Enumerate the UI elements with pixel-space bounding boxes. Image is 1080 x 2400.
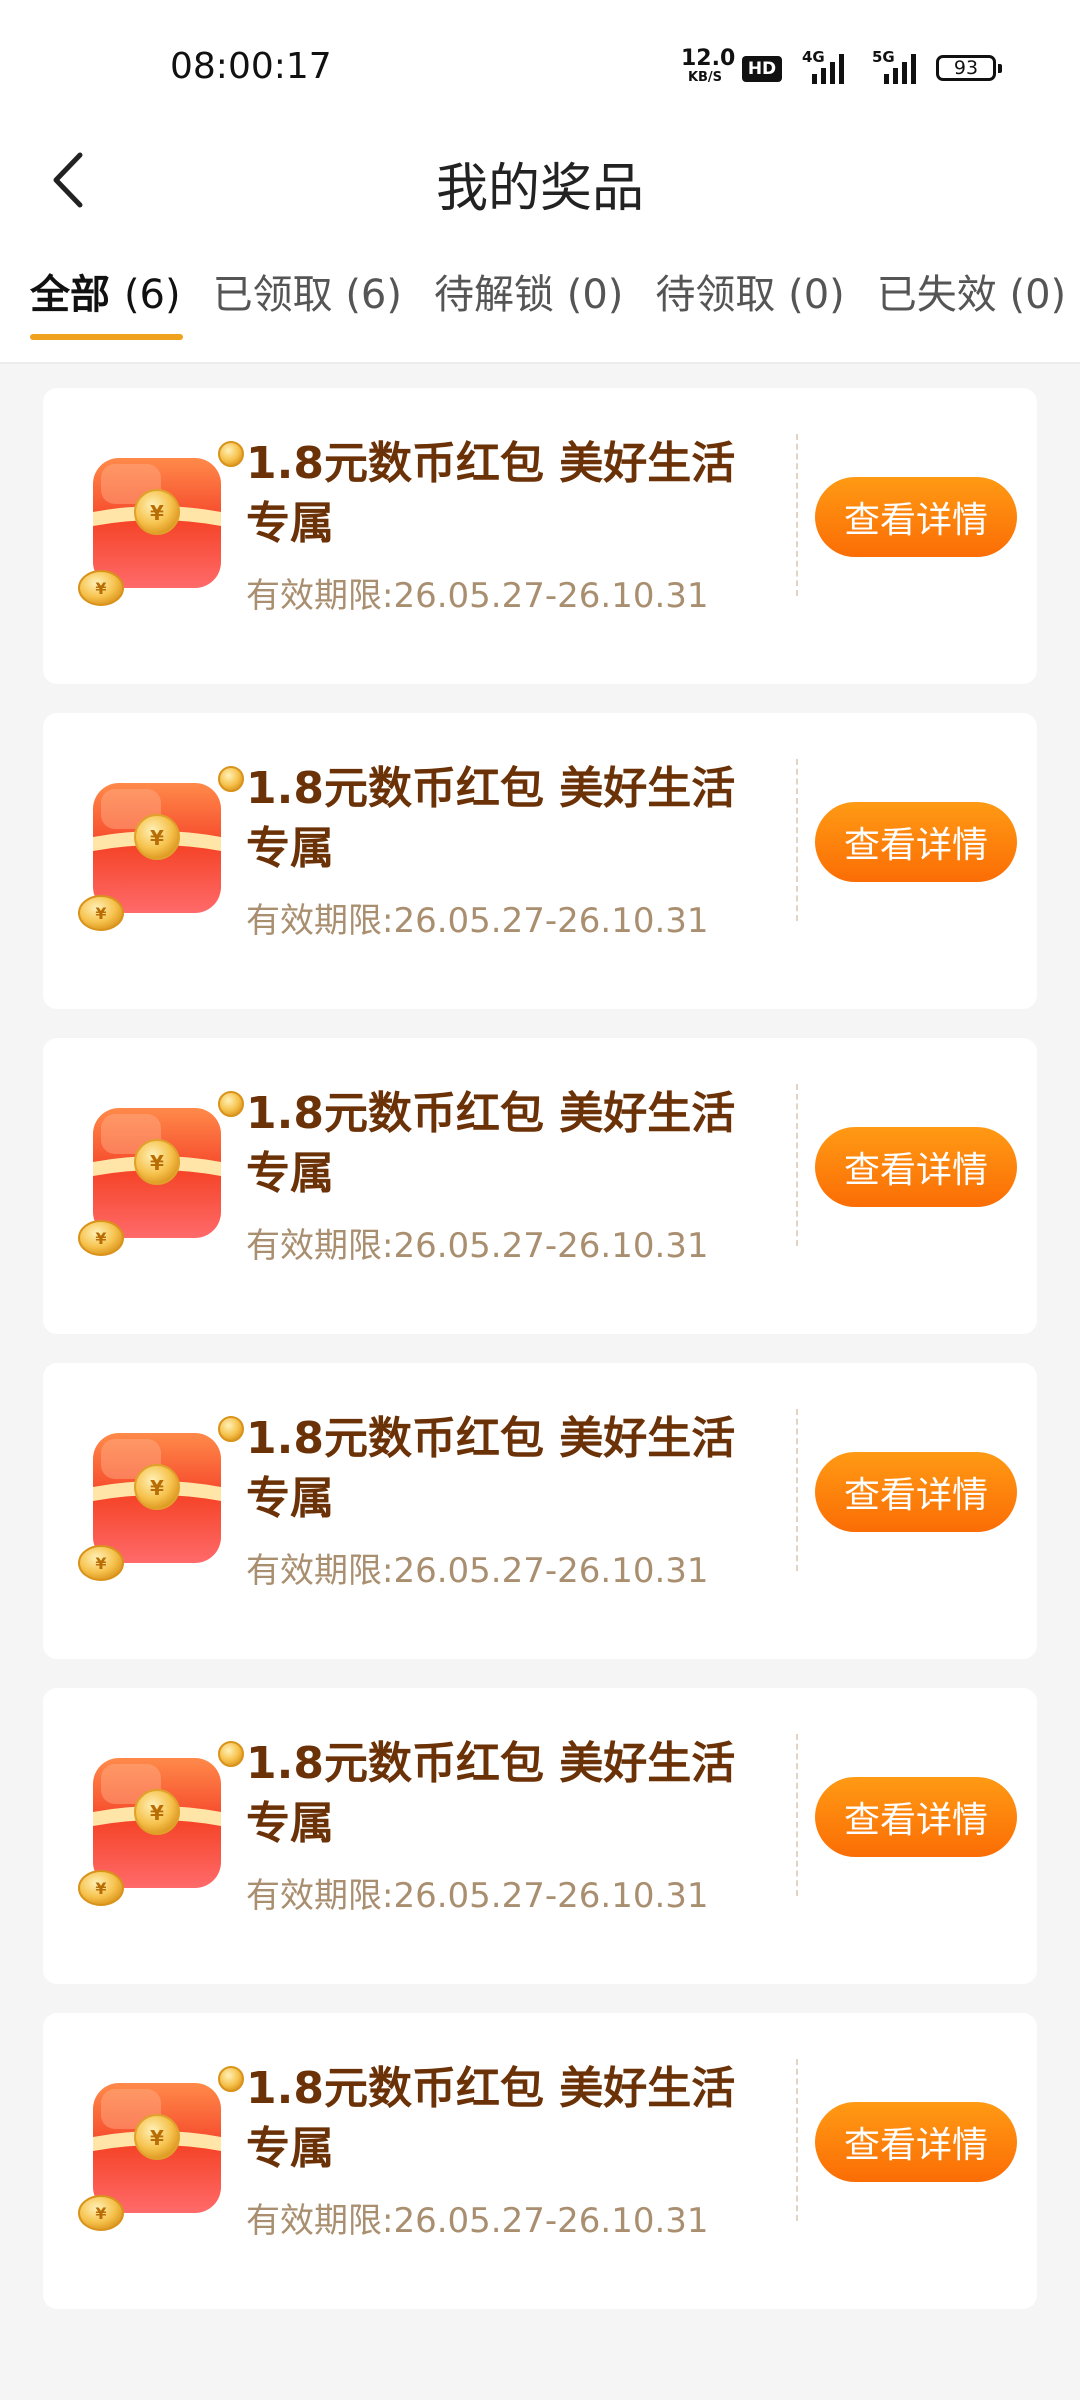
- tab-label: 已领取: [212, 272, 333, 318]
- tab-label: 全部: [30, 272, 110, 318]
- signal-5g-label: 5G: [872, 48, 895, 66]
- svg-text:¥: ¥: [150, 2126, 164, 2150]
- prize-title: 1.8元数币红包 美好生活专属: [246, 1413, 736, 1524]
- status-time: 08:00:17: [170, 46, 332, 87]
- svg-text:¥: ¥: [150, 1801, 164, 1825]
- card-divider: [796, 759, 798, 921]
- prize-card[interactable]: ¥ ¥ 1.8元数币红包 美好生活专属 有效期限:26.05.27-26.10.…: [43, 1688, 1037, 1984]
- view-details-button[interactable]: 查看详情: [815, 1777, 1017, 1857]
- net-speed-unit: KB/S: [687, 70, 723, 85]
- tab-count: (0): [566, 272, 624, 318]
- active-tab-indicator: [30, 334, 183, 340]
- signal-4g-icon: 4G: [802, 48, 848, 84]
- prize-validity: 有效期限:26.05.27-26.10.31: [246, 901, 709, 941]
- svg-text:¥: ¥: [95, 1879, 106, 1898]
- prize-card[interactable]: ¥ ¥ 1.8元数币红包 美好生活专属 有效期限:26.05.27-26.10.…: [43, 388, 1037, 684]
- prize-title: 1.8元数币红包 美好生活专属: [246, 1738, 736, 1849]
- tab-4[interactable]: 已失效 (0): [877, 262, 1066, 320]
- net-speed-value: 12.0: [681, 46, 736, 71]
- page-title: 我的奖品: [435, 159, 644, 219]
- tab-count: (6): [345, 272, 402, 318]
- prize-card[interactable]: ¥ ¥ 1.8元数币红包 美好生活专属 有效期限:26.05.27-26.10.…: [43, 713, 1037, 1009]
- battery-level: 93: [953, 57, 979, 79]
- signal-4g-label: 4G: [802, 48, 825, 66]
- prize-card[interactable]: ¥ ¥ 1.8元数币红包 美好生活专属 有效期限:26.05.27-26.10.…: [43, 1038, 1037, 1334]
- svg-text:¥: ¥: [150, 1151, 164, 1175]
- red-envelope-icon: ¥ ¥: [78, 1091, 244, 1256]
- svg-text:¥: ¥: [95, 1554, 106, 1573]
- card-divider: [796, 2059, 798, 2221]
- prize-title: 1.8元数币红包 美好生活专属: [246, 763, 736, 874]
- tab-label: 待解锁: [434, 272, 554, 318]
- prize-validity: 有效期限:26.05.27-26.10.31: [246, 1226, 709, 1266]
- card-divider: [796, 1409, 798, 1571]
- svg-text:¥: ¥: [150, 501, 164, 525]
- card-divider: [796, 1084, 798, 1246]
- svg-text:¥: ¥: [95, 2204, 106, 2223]
- view-details-button[interactable]: 查看详情: [815, 1452, 1017, 1532]
- top-area: 08:00:17 12.0 KB/S HD 4G 5G 93 我的奖品 全部 (…: [0, 0, 1080, 364]
- prize-validity: 有效期限:26.05.27-26.10.31: [246, 1551, 709, 1591]
- prize-card[interactable]: ¥ ¥ 1.8元数币红包 美好生活专属 有效期限:26.05.27-26.10.…: [43, 2013, 1037, 2309]
- tab-3[interactable]: 待领取 (0): [655, 262, 844, 320]
- prize-validity: 有效期限:26.05.27-26.10.31: [246, 576, 709, 616]
- tab-label: 待领取: [655, 272, 776, 318]
- hd-icon: HD: [742, 56, 782, 82]
- view-details-button[interactable]: 查看详情: [815, 1127, 1017, 1207]
- prize-title: 1.8元数币红包 美好生活专属: [246, 1088, 736, 1199]
- prize-card[interactable]: ¥ ¥ 1.8元数币红包 美好生活专属 有效期限:26.05.27-26.10.…: [43, 1363, 1037, 1659]
- red-envelope-icon: ¥ ¥: [78, 1741, 244, 1906]
- net-speed: 12.0 KB/S: [681, 46, 736, 86]
- tab-count: (0): [788, 272, 845, 318]
- tab-2[interactable]: 待解锁 (0): [434, 262, 623, 320]
- battery-icon: 93: [936, 55, 1002, 81]
- tab-count: (0): [1009, 272, 1067, 318]
- card-divider: [796, 434, 798, 596]
- svg-text:¥: ¥: [95, 1229, 106, 1248]
- prize-validity: 有效期限:26.05.27-26.10.31: [246, 2201, 709, 2241]
- svg-text:¥: ¥: [150, 1476, 164, 1500]
- prize-title: 1.8元数币红包 美好生活专属: [246, 438, 736, 549]
- tab-label: 已失效: [876, 272, 997, 318]
- red-envelope-icon: ¥ ¥: [78, 1416, 244, 1581]
- card-divider: [796, 1734, 798, 1896]
- prize-validity: 有效期限:26.05.27-26.10.31: [246, 1876, 709, 1916]
- red-envelope-icon: ¥ ¥: [78, 441, 244, 606]
- svg-text:¥: ¥: [95, 904, 106, 923]
- view-details-button[interactable]: 查看详情: [815, 2102, 1017, 2182]
- tab-1[interactable]: 已领取 (6): [213, 262, 402, 320]
- tab-bar: 全部 (6)已领取 (6)待解锁 (0)待领取 (0)已失效 (0)发: [30, 262, 1080, 320]
- prize-title: 1.8元数币红包 美好生活专属: [246, 2063, 736, 2174]
- view-details-button[interactable]: 查看详情: [815, 477, 1017, 557]
- svg-text:¥: ¥: [95, 579, 106, 598]
- prize-list: ¥ ¥ 1.8元数币红包 美好生活专属 有效期限:26.05.27-26.10.…: [43, 388, 1037, 2338]
- view-details-button[interactable]: 查看详情: [815, 802, 1017, 882]
- svg-text:¥: ¥: [150, 826, 164, 850]
- red-envelope-icon: ¥ ¥: [78, 766, 244, 931]
- tab-count: (6): [123, 272, 181, 318]
- signal-5g-icon: 5G: [862, 48, 922, 84]
- tab-0[interactable]: 全部 (6): [30, 262, 181, 320]
- red-envelope-icon: ¥ ¥: [78, 2066, 244, 2231]
